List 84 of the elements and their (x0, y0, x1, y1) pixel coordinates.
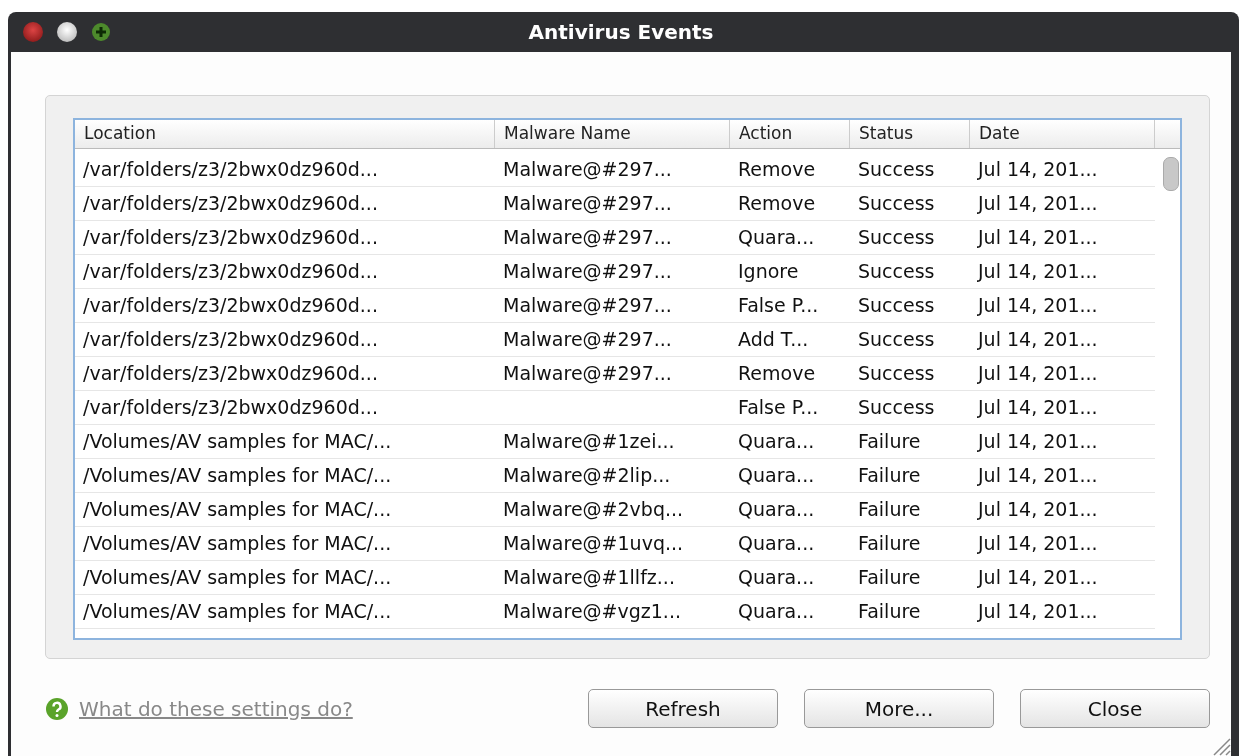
table-cell: /Volumes/AV samples for MAC/... (83, 464, 392, 486)
table-cell: Malware@#297... (503, 328, 672, 350)
table-cell: /var/folders/z3/2bwx0dz960d... (83, 192, 378, 214)
table-cell: Jul 14, 201... (978, 430, 1098, 452)
table-cell: Failure (858, 566, 921, 588)
table-cell: Remove (738, 192, 816, 214)
table-cell: /Volumes/AV samples for MAC/... (83, 430, 392, 452)
table-cell: Jul 14, 201... (978, 600, 1098, 622)
table-cell: Malware@#297... (503, 192, 672, 214)
table-cell: Quara... (738, 532, 815, 554)
table-cell: Jul 14, 201... (978, 498, 1098, 520)
table-cell: /var/folders/z3/2bwx0dz960d... (83, 294, 378, 316)
table-cell: Failure (858, 464, 921, 486)
table-cell: /Volumes/AV samples for MAC/... (83, 532, 392, 554)
table-cell: Success (858, 260, 935, 282)
table-cell: Quara... (738, 430, 815, 452)
column-header[interactable]: Date (970, 120, 1155, 148)
column-header[interactable]: Action (730, 120, 850, 148)
table-cell: Malware@#1uvq... (503, 532, 684, 554)
table-cell: Ignore (738, 260, 799, 282)
minimize-window-icon[interactable] (57, 22, 77, 42)
table-cell: Jul 14, 201... (978, 294, 1098, 316)
zoom-window-icon[interactable] (91, 22, 111, 42)
table-cell: Quara... (738, 566, 815, 588)
table-cell: Malware@#297... (503, 226, 672, 248)
table-cell: Jul 14, 201... (978, 226, 1098, 248)
table-cell: Malware@#297... (503, 362, 672, 384)
table-cell: Success (858, 396, 935, 418)
table-cell: Remove (738, 362, 816, 384)
table-cell: /var/folders/z3/2bwx0dz960d... (83, 362, 378, 384)
table-cell: Quara... (738, 464, 815, 486)
table-cell: Malware@#vgz1... (503, 600, 681, 622)
table-cell: Success (858, 226, 935, 248)
table-cell: Success (858, 192, 935, 214)
table-cell: Failure (858, 498, 921, 520)
table-cell: Failure (858, 430, 921, 452)
table-cell: False P... (738, 396, 819, 418)
table-cell: Malware@#2vbq... (503, 498, 684, 520)
table-cell: /Volumes/AV samples for MAC/... (83, 498, 392, 520)
table-cell: Jul 14, 201... (978, 532, 1098, 554)
column-header[interactable]: Location (75, 120, 495, 148)
table-cell: Quara... (738, 600, 815, 622)
table-cell: Jul 14, 201... (978, 396, 1098, 418)
help-link[interactable]: What do these settings do? (79, 696, 353, 721)
table-cell: /var/folders/z3/2bwx0dz960d... (83, 396, 378, 418)
table-cell: /var/folders/z3/2bwx0dz960d... (83, 158, 378, 180)
column-header[interactable]: Status (850, 120, 970, 148)
table-cell: Success (858, 328, 935, 350)
table-cell: Success (858, 294, 935, 316)
table-cell: Failure (858, 532, 921, 554)
table-cell: /var/folders/z3/2bwx0dz960d... (83, 260, 378, 282)
table-cell: Jul 14, 201... (978, 464, 1098, 486)
table-cell: Malware@#297... (503, 294, 672, 316)
table-cell: Quara... (738, 226, 815, 248)
table-cell: /Volumes/AV samples for MAC/... (83, 600, 392, 622)
table-cell: Failure (858, 600, 921, 622)
column-header[interactable]: Malware Name (495, 120, 730, 148)
table-cell: /var/folders/z3/2bwx0dz960d... (83, 226, 378, 248)
table-cell: Malware@#2lip... (503, 464, 671, 486)
table-cell: Success (858, 362, 935, 384)
table-cell: Add T... (738, 328, 809, 350)
table-cell: Jul 14, 201... (978, 158, 1098, 180)
scrollbar-thumb[interactable] (1163, 157, 1179, 191)
close-window-icon[interactable] (23, 22, 43, 42)
table-cell: Jul 14, 201... (978, 566, 1098, 588)
dialog-button[interactable]: Refresh (588, 689, 778, 728)
dialog-button[interactable]: Close (1020, 689, 1210, 728)
table-cell: Jul 14, 201... (978, 260, 1098, 282)
table-cell: Jul 14, 201... (978, 328, 1098, 350)
table-cell: Quara... (738, 498, 815, 520)
table-cell: Jul 14, 201... (978, 192, 1098, 214)
table-cell: Malware@#297... (503, 158, 672, 180)
table-cell: Malware@#297... (503, 260, 672, 282)
table-cell: /var/folders/z3/2bwx0dz960d... (83, 328, 378, 350)
dialog-button[interactable]: More... (804, 689, 994, 728)
table-cell: /Volumes/AV samples for MAC/... (83, 566, 392, 588)
table-cell: False P... (738, 294, 819, 316)
table-cell: Success (858, 158, 935, 180)
table-cell: Remove (738, 158, 816, 180)
table-cell: Malware@#1zei... (503, 430, 675, 452)
table-cell: Malware@#1llfz... (503, 566, 675, 588)
help-icon (45, 696, 69, 721)
window-title: Antivirus Events (528, 20, 714, 44)
table-cell: Jul 14, 201... (978, 362, 1098, 384)
